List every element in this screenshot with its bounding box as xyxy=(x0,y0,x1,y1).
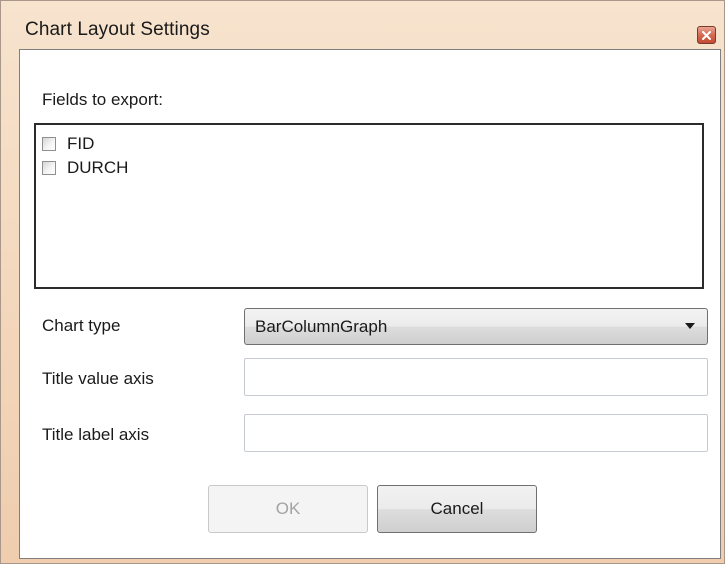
list-item-label: FID xyxy=(67,134,95,153)
fields-list[interactable]: FID DURCH xyxy=(34,123,704,289)
fields-to-export-label: Fields to export: xyxy=(42,90,163,109)
cancel-button[interactable]: Cancel xyxy=(377,485,537,533)
list-item-label: DURCH xyxy=(67,158,129,177)
close-icon xyxy=(702,30,711,40)
close-button[interactable] xyxy=(697,26,716,44)
list-item-durch[interactable]: DURCH xyxy=(42,157,128,179)
ok-button[interactable]: OK xyxy=(208,485,368,533)
chart-type-label: Chart type xyxy=(42,316,121,335)
title-label-axis-input[interactable] xyxy=(244,414,708,452)
window-title: Chart Layout Settings xyxy=(25,19,210,40)
title-label-axis-label: Title label axis xyxy=(42,425,150,444)
title-value-axis-input[interactable] xyxy=(244,358,708,396)
dialog-window: Chart Layout Settings Fields to export: … xyxy=(0,0,725,564)
fid-checkbox[interactable] xyxy=(42,137,56,151)
dialog-content: Fields to export: FID DURCH Chart type B… xyxy=(19,49,721,559)
durch-checkbox[interactable] xyxy=(42,161,56,175)
chart-type-dropdown[interactable]: BarColumnGraph xyxy=(244,308,708,345)
chart-type-value: BarColumnGraph xyxy=(255,317,388,336)
title-value-axis-label: Title value axis xyxy=(42,369,154,388)
chevron-down-icon xyxy=(685,323,695,329)
title-bar[interactable]: Chart Layout Settings xyxy=(1,1,724,51)
list-item-fid[interactable]: FID xyxy=(42,133,94,155)
